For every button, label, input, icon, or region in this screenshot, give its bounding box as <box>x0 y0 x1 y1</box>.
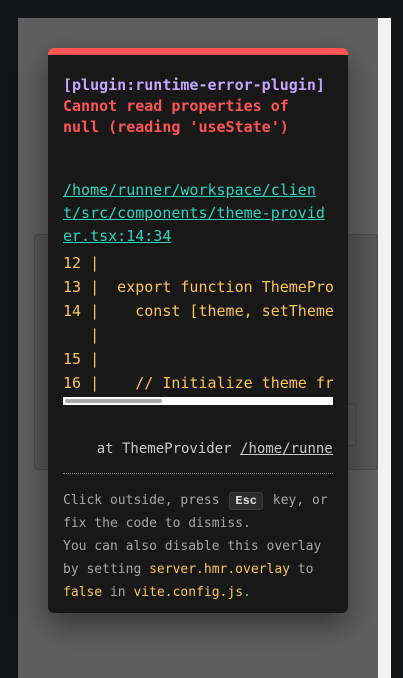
code-line: 13 | export function ThemeProvider({ <box>63 278 333 296</box>
stack-file-link[interactable]: /home/runner/workspace/client/src/compon… <box>240 441 333 457</box>
code-line: 12 | <box>63 254 100 272</box>
error-text: Cannot read properties of null (reading … <box>63 97 298 136</box>
tip-text: to <box>289 562 314 577</box>
page-scrollbar-track[interactable] <box>378 18 391 678</box>
code-line: 14 | const [theme, setTheme] = us <box>63 302 333 320</box>
esc-key-badge: Esc <box>229 492 263 510</box>
config-value: false <box>63 585 103 600</box>
stack-prefix: at ThemeProvider <box>63 441 241 457</box>
tip-text: in <box>102 585 134 600</box>
config-key: server.hmr.overlay <box>149 562 290 577</box>
tip-text: Click outside, press <box>63 493 228 508</box>
error-overlay: [plugin:runtime-error-plugin] Cannot rea… <box>48 48 348 613</box>
code-frame[interactable]: 12 | 13 | export function ThemeProvider(… <box>63 251 333 395</box>
error-message: [plugin:runtime-error-plugin] Cannot rea… <box>63 75 333 138</box>
divider <box>63 473 333 474</box>
code-scrollbar-thumb[interactable] <box>65 399 162 403</box>
config-file: vite.config.js <box>133 585 244 600</box>
plugin-name: [plugin:runtime-error-plugin] <box>63 76 325 94</box>
dismiss-tip: Click outside, press Esc key, or fix the… <box>63 489 333 604</box>
error-file-link[interactable]: /home/runner/workspace/client/src/compon… <box>63 179 333 248</box>
stack-trace: at ThemeProvider /home/runner/workspace/… <box>63 439 333 459</box>
code-line: 16 | // Initialize theme from <box>63 374 333 392</box>
tip-text: . <box>243 585 251 600</box>
code-line: | <box>63 326 100 344</box>
code-line: 15 | <box>63 350 100 368</box>
code-scrollbar[interactable] <box>63 397 333 405</box>
